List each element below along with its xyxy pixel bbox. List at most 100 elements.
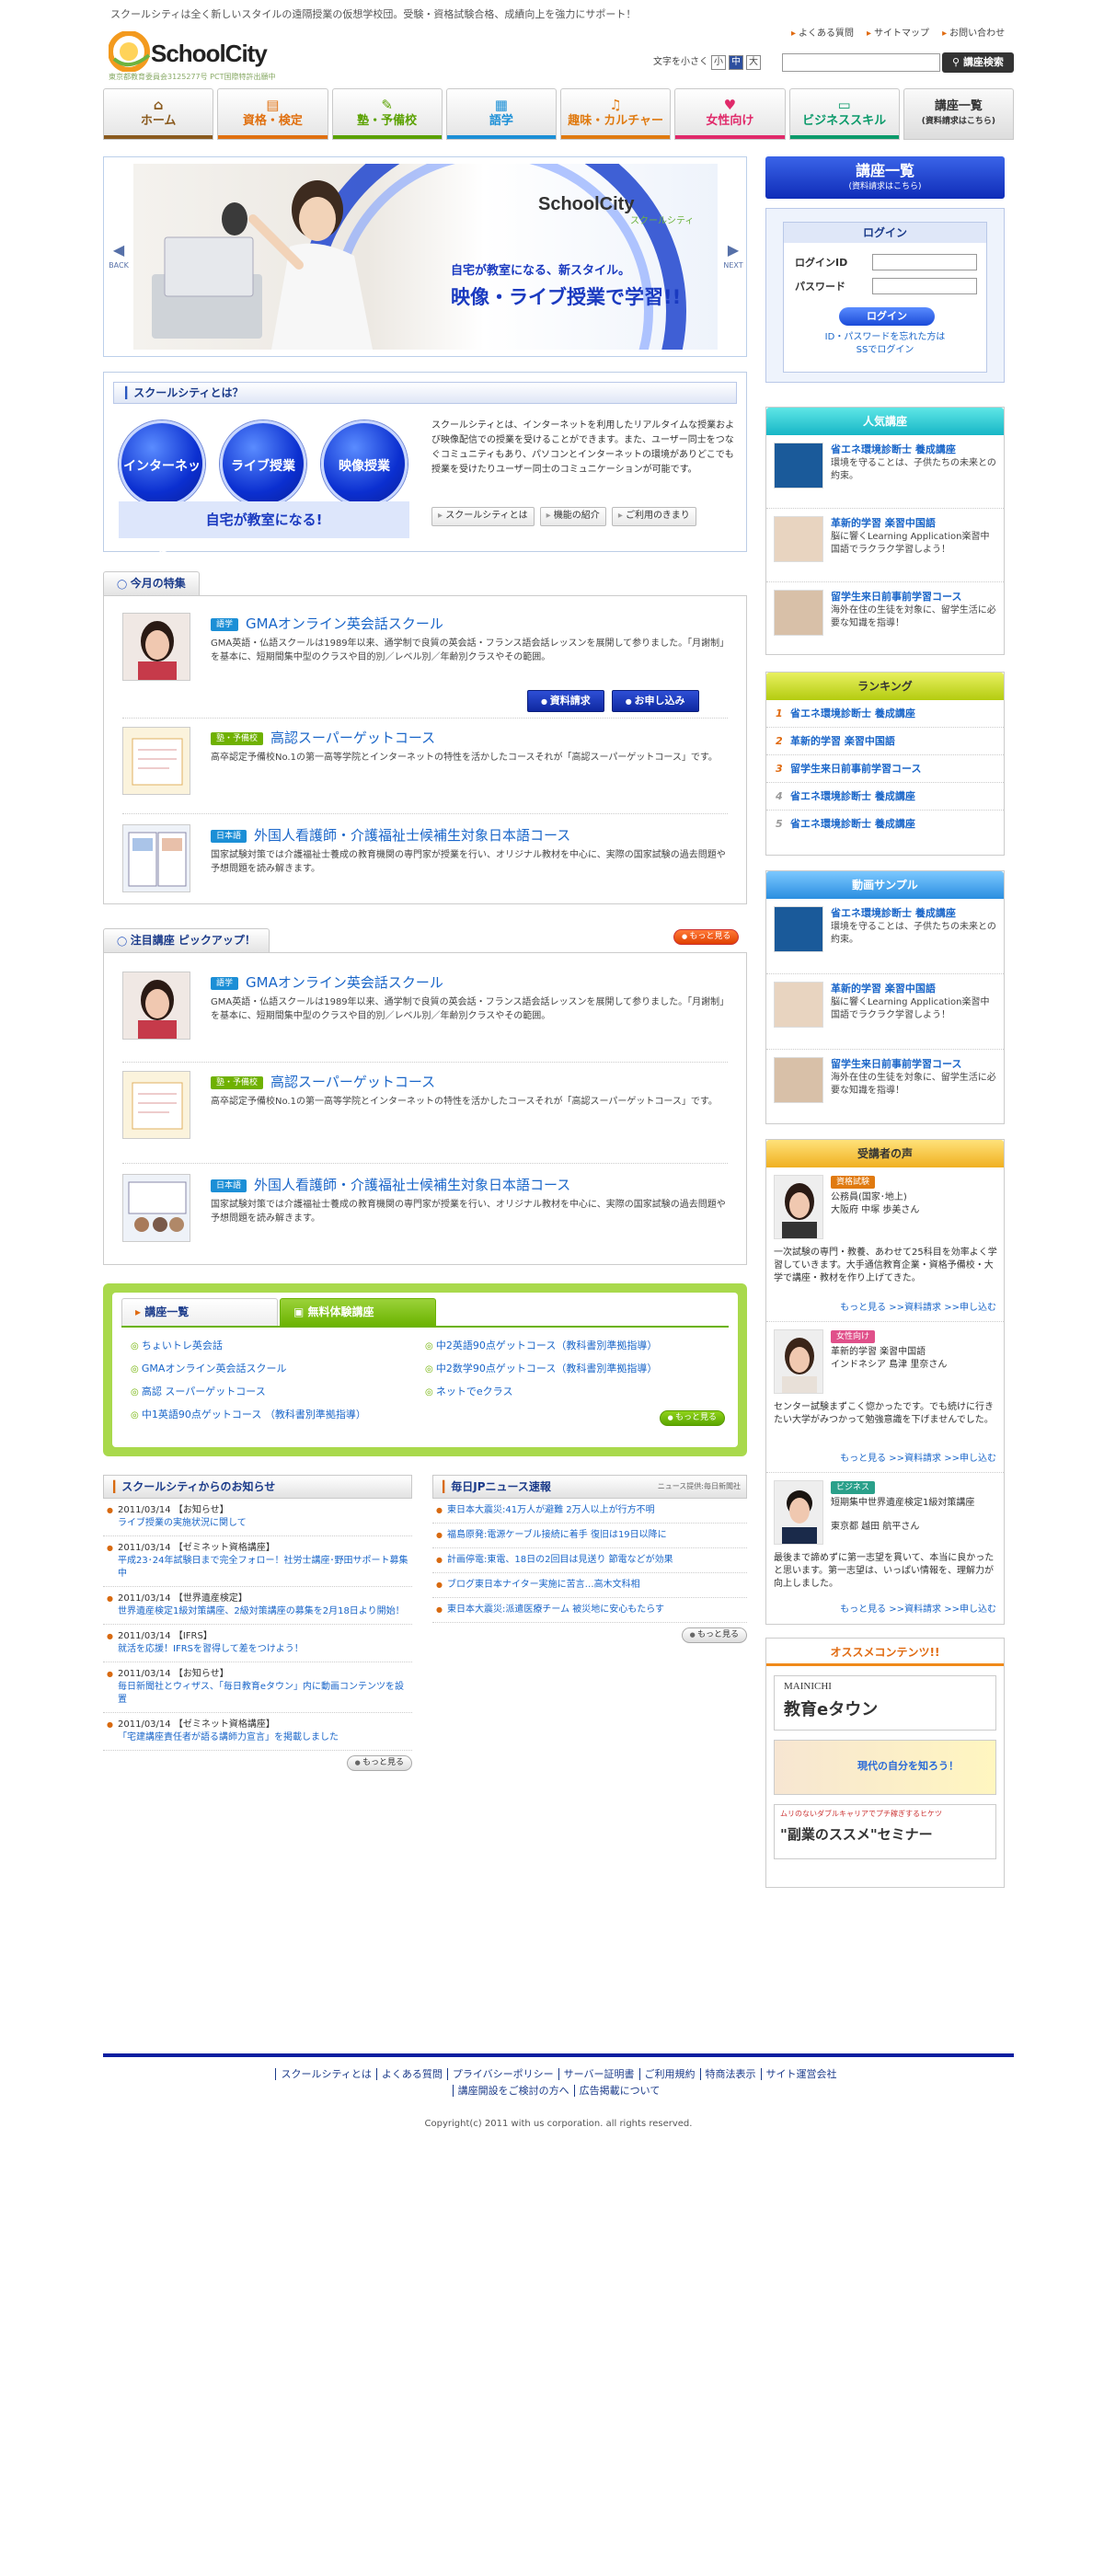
nav-course-list[interactable]: 講座一覧 (資料請求はこちら)	[903, 88, 1014, 140]
about-rules-button[interactable]: ご利用のきまり	[611, 507, 696, 526]
pickup-title[interactable]: 高認スーパーゲットコース	[270, 1074, 435, 1090]
course-link[interactable]: 中1英語90点ゲットコース （教科書別準拠指導）	[131, 1404, 366, 1427]
font-size-small[interactable]: 小	[711, 55, 726, 70]
hero-banner[interactable]: SchoolCity スクールシティ 自宅が教室になる、新スタイル。 映像・ライ…	[133, 164, 718, 350]
featured-thumb-textbook[interactable]	[122, 824, 190, 892]
nav-tab-certification[interactable]: ▤ 資格・検定	[217, 88, 328, 140]
nav-tab-women[interactable]: ♥ 女性向け	[674, 88, 786, 140]
footer-link[interactable]: 特商法表示	[699, 2068, 761, 2080]
voice-request-link[interactable]: 資料請求	[904, 1454, 941, 1464]
courses-more-button[interactable]: もっと見る	[659, 1410, 725, 1427]
jpnews-more-button[interactable]: もっと見る	[681, 1627, 747, 1644]
free-trial-tab[interactable]: ▣ 無料体験講座	[280, 1298, 436, 1326]
contact-link[interactable]: お問い合わせ	[942, 28, 1005, 41]
footer-link[interactable]: 広告掲載について	[573, 2085, 665, 2097]
jpnews-link[interactable]: 東日本大震災:派遣医療チーム 被災地に安心もたらす	[447, 1604, 743, 1616]
voice-more-link[interactable]: もっと見る	[840, 1454, 886, 1464]
footer-link[interactable]: プライバシーポリシー	[446, 2068, 558, 2080]
pickup-more-button[interactable]: もっと見る	[673, 929, 740, 946]
notice-link[interactable]: 「宅建講座責任者が語る講師力宣言」を掲載しました	[118, 1731, 408, 1744]
ranking-item[interactable]: 4 省エネ環境診断士 養成講座	[766, 783, 1004, 811]
nav-tab-cram-school[interactable]: ✎ 塾・予備校	[331, 88, 443, 140]
footer-link[interactable]: サーバー証明書	[558, 2068, 639, 2080]
voice-more-link[interactable]: もっと見る	[840, 1303, 886, 1313]
course-link[interactable]: ちょいトレ英会話	[131, 1335, 366, 1358]
ranking-item[interactable]: 2 革新的学習 楽習中国語	[766, 728, 1004, 755]
hero-next-button[interactable]: ▶ NEXT	[719, 239, 747, 271]
ranking-item[interactable]: 5 省エネ環境診断士 養成講座	[766, 811, 1004, 838]
pickup-thumb-class[interactable]	[122, 1174, 190, 1242]
jpnews-link[interactable]: ブログ東日本ナイター実施に苦言…高木文科相	[447, 1579, 743, 1592]
footer-link[interactable]: 講座開設をご検討の方へ	[452, 2085, 574, 2097]
voice-request-link[interactable]: 資料請求	[904, 1604, 941, 1615]
course-link[interactable]: ネットでeクラス	[425, 1381, 657, 1404]
notice-link[interactable]: 世界遺産検定1級対策講座、2級対策講座の募集を2月18日より開始！	[118, 1605, 408, 1618]
notices-more-button[interactable]: もっと見る	[346, 1755, 412, 1772]
sitemap-link[interactable]: サイトマップ	[867, 28, 929, 41]
pickup-title[interactable]: 外国人看護師・介護福祉士候補生対象日本語コース	[254, 1177, 570, 1193]
video-item[interactable]: 革新的学習 楽習中国語 脳に響くLearning Application楽習中国語…	[766, 974, 1004, 1050]
recommend-banner-self[interactable]: 現代の自分を知ろう！	[774, 1740, 996, 1795]
nav-tab-hobby[interactable]: ♫ 趣味・カルチャー	[560, 88, 672, 140]
pickup-thumb-notebook[interactable]	[122, 1071, 190, 1139]
about-what-button[interactable]: スクールシティとは	[431, 507, 535, 526]
apply-button[interactable]: お申し込み	[611, 690, 699, 712]
hero-prev-button[interactable]: ◀ BACK	[105, 239, 132, 271]
ranking-item[interactable]: 1 省エネ環境診断士 養成講座	[766, 700, 1004, 728]
forgot-password-link[interactable]: ID・パスワードを忘れた方は	[784, 331, 986, 344]
featured-title[interactable]: 外国人看護師・介護福祉士候補生対象日本語コース	[254, 827, 570, 844]
course-link[interactable]: 高認 スーパーゲットコース	[131, 1381, 366, 1404]
course-link[interactable]: 中2数学90点ゲットコース（教科書別準拠指導）	[425, 1358, 657, 1381]
featured-title[interactable]: 高認スーパーゲットコース	[270, 730, 435, 746]
ranking-item[interactable]: 3 留学生来日前事前学習コース	[766, 755, 1004, 783]
ranking-item-label: 省エネ環境診断士 養成講座	[790, 818, 915, 830]
notice-link[interactable]: ライブ授業の実施状況に関して	[118, 1517, 408, 1530]
voice-apply-link[interactable]: 申し込む	[960, 1303, 996, 1313]
featured-thumb-woman[interactable]	[122, 613, 190, 681]
footer-link[interactable]: ご利用規約	[638, 2068, 700, 2080]
voice-apply-link[interactable]: 申し込む	[960, 1604, 996, 1615]
login-button[interactable]: ログイン	[839, 307, 935, 326]
course-link[interactable]: 中2英語90点ゲットコース（教科書別準拠指導）	[425, 1335, 657, 1358]
voice-request-link[interactable]: 資料請求	[904, 1303, 941, 1313]
course-list-tab[interactable]: ▸ 講座一覧	[121, 1298, 278, 1326]
featured-title[interactable]: GMAオンライン英会話スクール	[246, 615, 443, 632]
font-size-large[interactable]: 大	[746, 55, 761, 70]
footer-link[interactable]: よくある質問	[375, 2068, 447, 2080]
login-id-input[interactable]	[872, 254, 977, 270]
search-button[interactable]: ⚲ 講座検索	[942, 52, 1014, 73]
password-input[interactable]	[872, 278, 977, 294]
recommend-banner-etown[interactable]: MAINICHI 教育eタウン	[774, 1675, 996, 1731]
notice-link[interactable]: 就活を応援！IFRSを習得して差をつけよう！	[118, 1643, 408, 1656]
popular-item[interactable]: 省エネ環境診断士 養成講座 環境を守ることは、子供たちの未来との約束。	[766, 435, 1004, 509]
jpnews-link[interactable]: 福島原発:電源ケーブル接続に着手 復旧は19日以降に	[447, 1529, 743, 1542]
popular-item[interactable]: 留学生来日前事前学習コース 海外在住の生徒を対象に、留学生活に必要な知識を指導！	[766, 582, 1004, 656]
about-features-button[interactable]: 機能の紹介	[539, 507, 606, 526]
notice-link[interactable]: 毎日新聞社とウィザス、「毎日教育eタウン」内に動画コンテンツを設置	[118, 1681, 408, 1707]
video-item[interactable]: 省エネ環境診断士 養成講座 環境を守ることは、子供たちの未来との約束。	[766, 899, 1004, 974]
voice-apply-link[interactable]: 申し込む	[960, 1454, 996, 1464]
popular-item[interactable]: 革新的学習 楽習中国語 脳に響くLearning Application楽習中国語…	[766, 509, 1004, 582]
footer-link[interactable]: スクールシティとは	[275, 2068, 376, 2080]
course-link[interactable]: GMAオンライン英会話スクール	[131, 1358, 366, 1381]
font-size-medium[interactable]: 中	[729, 55, 743, 70]
video-item[interactable]: 留学生来日前事前学習コース 海外在住の生徒を対象に、留学生活に必要な知識を指導！	[766, 1050, 1004, 1125]
faq-link[interactable]: よくある質問	[791, 28, 854, 41]
pickup-thumb-woman[interactable]	[122, 972, 190, 1040]
nav-tab-home[interactable]: ⌂ ホーム	[103, 88, 214, 140]
pickup-title[interactable]: GMAオンライン英会話スクール	[246, 974, 443, 991]
voice-more-link[interactable]: もっと見る	[840, 1604, 886, 1615]
footer-link[interactable]: サイト運営会社	[760, 2068, 842, 2080]
nav-tab-business[interactable]: ▭ ビジネススキル	[788, 88, 900, 140]
ss-login-link[interactable]: SSでログイン	[784, 344, 986, 357]
recommend-banner-seminar[interactable]: ムリのないダブルキャリアでプチ稼ぎするヒケツ "副業のススメ"セミナー	[774, 1804, 996, 1859]
notice-link[interactable]: 平成23･24年試験日まで完全フォロー！社労士講座･野田サポート募集中	[118, 1555, 408, 1581]
site-logo[interactable]: SchoolCity 東京都教育委員会3125277号 PCT国際特許出願中	[109, 31, 293, 83]
featured-thumb-notebook[interactable]	[122, 727, 190, 795]
request-info-button[interactable]: 資料請求	[527, 690, 604, 712]
jpnews-link[interactable]: 東日本大震災:41万人が避難 2万人以上が行方不明	[447, 1504, 743, 1517]
jpnews-link[interactable]: 計画停電:東電、18日の2回目は見送り 節電などが効果	[447, 1554, 743, 1567]
sidebar-course-list-button[interactable]: 講座一覧 (資料請求はこちら)	[765, 156, 1005, 199]
nav-tab-language[interactable]: ▦ 語学	[445, 88, 557, 140]
search-input[interactable]	[782, 53, 940, 72]
